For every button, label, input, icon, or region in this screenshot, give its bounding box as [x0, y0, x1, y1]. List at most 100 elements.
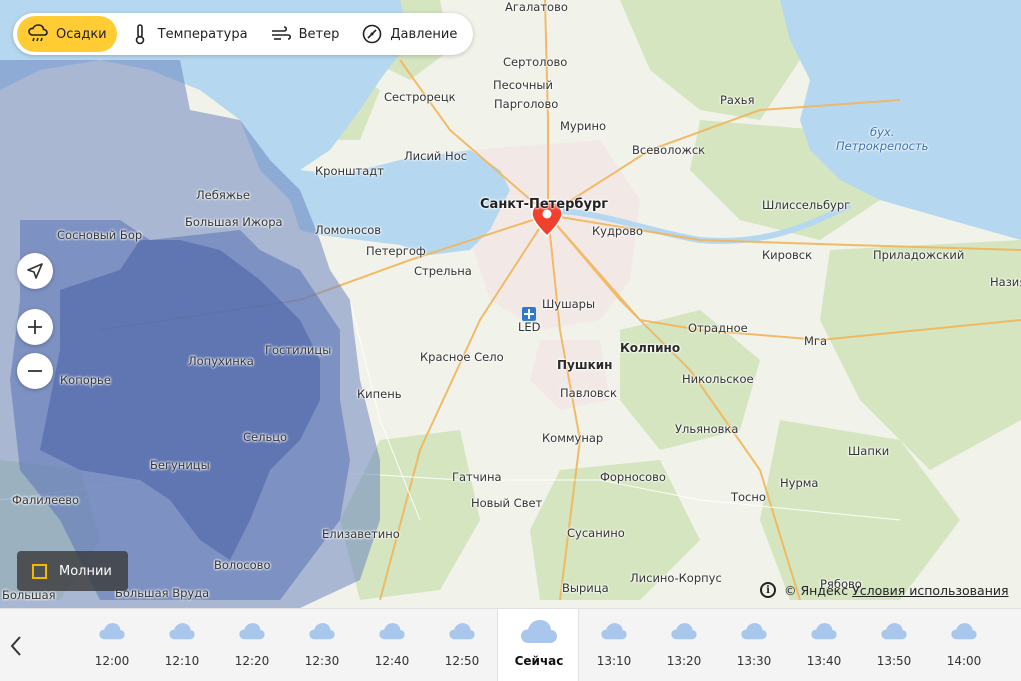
timeline-time: 13:10 [596, 654, 632, 668]
timeline-slot[interactable]: 12:40 [357, 609, 427, 681]
timeline-slot[interactable]: 13:20 [649, 609, 719, 681]
tab-pressure-label: Давление [390, 26, 458, 42]
airport-icon [522, 307, 536, 321]
tab-precipitation[interactable]: Осадки [17, 16, 117, 52]
cloud-icon [449, 623, 475, 640]
place-label: Гатчина [452, 470, 502, 484]
timeline-back-button[interactable] [0, 609, 32, 681]
tab-temperature-label: Температура [157, 26, 248, 42]
timeline-slot[interactable]: 12:20 [217, 609, 287, 681]
timeline-slot[interactable]: 12:50 [427, 609, 497, 681]
copyright: i © Яндекс Условия использования [760, 580, 1009, 600]
place-label: Шапки [848, 444, 890, 458]
place-label: Новый Свет [471, 496, 543, 510]
place-label: Сертолово [503, 55, 568, 69]
timeline-slot-now[interactable]: Сейчас [497, 609, 579, 681]
place-label: Фалилеево [12, 493, 80, 507]
timeline-time: 13:20 [666, 654, 702, 668]
place-label: Мурино [560, 119, 607, 133]
timeline-slot[interactable]: 13:50 [859, 609, 929, 681]
timeline-time: 12:30 [304, 654, 340, 668]
place-label: Кронштадт [315, 164, 384, 178]
place-label: Шушары [542, 297, 596, 311]
cloud-icon [741, 623, 767, 640]
timeline-slot[interactable]: 14 [999, 609, 1021, 681]
place-label: Сусанино [567, 526, 625, 540]
cloud-icon [951, 623, 977, 640]
timeline-time: 12:00 [94, 654, 130, 668]
timeline-slot[interactable]: 12:30 [287, 609, 357, 681]
cloud-icon [99, 623, 125, 640]
place-label: Приладожский [873, 248, 965, 262]
timeline-slot[interactable]: 13:10 [579, 609, 649, 681]
zoom-out-button[interactable] [17, 353, 53, 389]
wind-icon [271, 26, 291, 40]
plus-icon [28, 320, 42, 334]
tab-precipitation-label: Осадки [56, 26, 107, 42]
lightning-toggle[interactable]: Молнии [17, 551, 128, 591]
place-label: Коммунар [542, 431, 604, 445]
timeline-slot[interactable]: 12:10 [147, 609, 217, 681]
locate-button[interactable] [17, 253, 53, 289]
place-label: Назия [990, 275, 1021, 289]
place-label: Ульяновка [675, 422, 739, 436]
zoom-in-button[interactable] [17, 309, 53, 345]
cloud-icon [239, 623, 265, 640]
layer-switcher: Осадки Температура Ветер Давление [13, 13, 474, 55]
timeline-time: 14 [999, 654, 1021, 668]
terms-link[interactable]: Условия использования [852, 583, 1008, 598]
place-label: Мга [804, 334, 828, 348]
place-label: Сельцо [243, 430, 288, 444]
timeline-time: 13:40 [806, 654, 842, 668]
tab-temperature[interactable]: Температура [119, 16, 258, 52]
info-icon[interactable]: i [760, 582, 776, 598]
place-label: Ломоносов [315, 223, 382, 237]
place-label: Бегуницы [150, 458, 210, 472]
timeline-time: 13:30 [736, 654, 772, 668]
timeline-slot[interactable]: 12:00 [77, 609, 147, 681]
cloud-icon [601, 623, 627, 640]
place-label: Форносово [600, 470, 666, 484]
place-label: Лебяжье [196, 188, 250, 202]
place-label: LED [518, 320, 541, 334]
place-label: бух. Петрокрепость [836, 125, 928, 153]
timeline-time: 12:20 [234, 654, 270, 668]
place-label: Кудрово [592, 224, 644, 238]
place-label-line: Петрокрепость [836, 139, 929, 153]
place-label: Агалатово [505, 0, 568, 14]
place-label-line: бух. [870, 125, 895, 139]
place-label: Большая Ижора [185, 215, 283, 229]
place-label: Сестрорецк [384, 90, 456, 104]
place-label: Лопухинка [188, 354, 254, 368]
cloud-icon [521, 620, 557, 643]
place-label: Кипень [357, 387, 402, 401]
timeline-time: Сейчас [514, 654, 564, 668]
cloud-icon [379, 623, 405, 640]
cloud-icon [309, 623, 335, 640]
place-label: Лисино-Корпус [630, 571, 722, 585]
weather-map[interactable]: Агалатово Сертолово Песочный Сестрорецк Парг… [0, 0, 1021, 608]
place-label: Рахья [720, 93, 755, 107]
timeline-slot[interactable]: 14:00 [929, 609, 999, 681]
pressure-icon [363, 24, 382, 44]
timeline-slot[interactable]: 13:30 [719, 609, 789, 681]
place-label: Волосово [214, 558, 271, 572]
place-label: Копорье [60, 373, 111, 387]
place-label: Гостилицы [265, 343, 332, 357]
lightning-checkbox[interactable] [32, 563, 47, 579]
tab-wind[interactable]: Ветер [260, 16, 350, 52]
tab-wind-label: Ветер [298, 26, 340, 42]
tab-pressure[interactable]: Давление [351, 16, 467, 52]
timeline-time: 12:50 [444, 654, 480, 668]
timeline-slot[interactable]: 13:40 [789, 609, 859, 681]
place-label: Сосновый Бор [57, 228, 143, 242]
place-label: Кировск [762, 248, 813, 262]
precipitation-icon [28, 24, 48, 42]
place-label: Вырица [562, 581, 609, 595]
cloud-icon [671, 623, 697, 640]
place-label: Отрадное [688, 321, 748, 335]
timeline-time: 13:50 [876, 654, 912, 668]
place-label: Парголово [494, 97, 559, 111]
timeline: 1:5012:0012:1012:2012:3012:4012:50Сейчас… [0, 608, 1021, 681]
cloud-icon [811, 623, 837, 640]
